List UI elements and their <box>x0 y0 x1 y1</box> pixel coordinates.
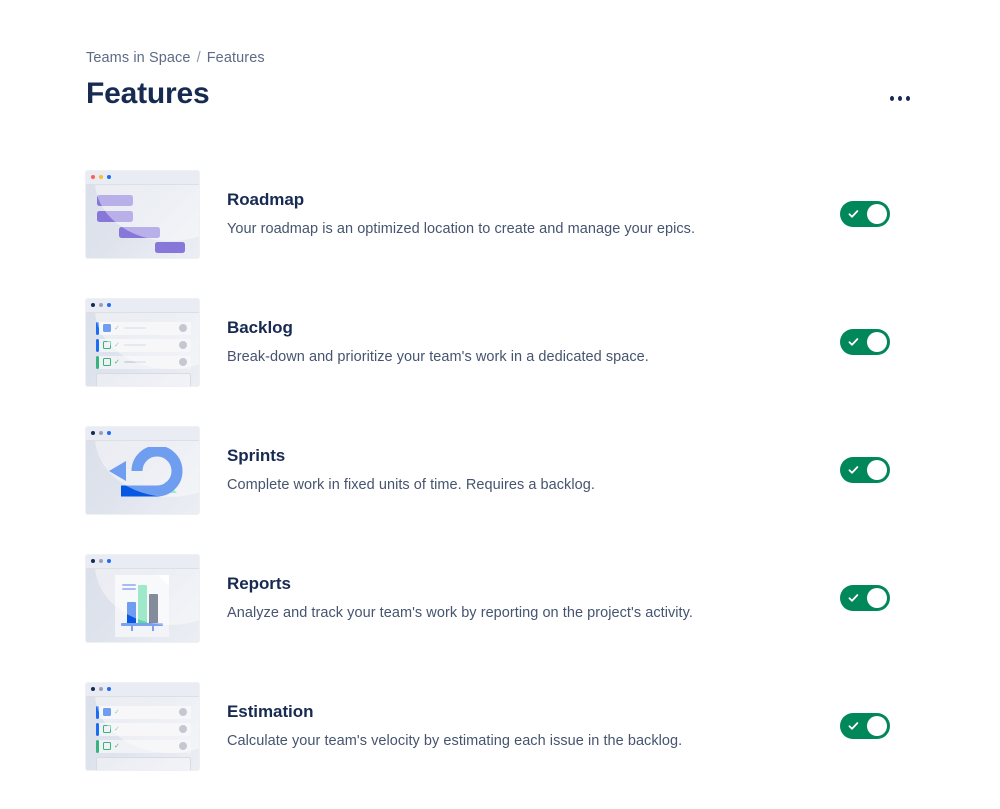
feature-toggle-reports[interactable] <box>840 585 890 611</box>
report-document-icon <box>115 575 169 637</box>
window-dot-icon <box>91 431 95 435</box>
feature-name: Sprints <box>227 445 820 467</box>
feature-description: Analyze and track your team's work by re… <box>227 603 820 623</box>
feature-text-backlog: Backlog Break-down and prioritize your t… <box>227 317 840 367</box>
page-title: Features <box>86 76 209 112</box>
feature-description: Calculate your team's velocity by estima… <box>227 731 820 751</box>
window-dot-icon <box>107 303 111 307</box>
check-icon <box>848 465 859 476</box>
toggle-knob <box>867 204 887 224</box>
feature-toggle-backlog[interactable] <box>840 329 890 355</box>
window-dot-icon <box>107 175 111 179</box>
window-dot-icon <box>99 175 103 179</box>
feature-toggle-estimation[interactable] <box>840 713 890 739</box>
backlog-thumbnail: ✓ ✓ <box>86 299 199 386</box>
feature-name: Reports <box>227 573 820 595</box>
more-actions-button[interactable] <box>884 82 916 114</box>
toggle-cell <box>840 329 940 355</box>
toggle-knob <box>867 588 887 608</box>
ellipsis-dot-icon <box>898 96 902 101</box>
breadcrumb-item-current[interactable]: Features <box>207 50 265 66</box>
toggle-knob <box>867 716 887 736</box>
check-icon <box>848 337 859 348</box>
feature-text-roadmap: Roadmap Your roadmap is an optimized loc… <box>227 189 840 239</box>
feature-name: Roadmap <box>227 189 820 211</box>
window-dot-icon <box>99 559 103 563</box>
window-dot-icon <box>91 175 95 179</box>
toggle-cell <box>840 201 940 227</box>
window-dot-icon <box>107 687 111 691</box>
feature-list: Roadmap Your roadmap is an optimized loc… <box>86 150 940 790</box>
breadcrumb-item-project[interactable]: Teams in Space <box>86 50 191 66</box>
window-dot-icon <box>91 303 95 307</box>
breadcrumb: Teams in Space / Features <box>86 48 940 68</box>
gantt-bars-icon <box>86 185 199 258</box>
toggle-cell <box>840 713 940 739</box>
feature-text-reports: Reports Analyze and track your team's wo… <box>227 573 840 623</box>
window-dot-icon <box>91 559 95 563</box>
backlog-rows-icon: ✓ ✓ <box>96 322 191 373</box>
sprint-cycle-icon <box>97 447 189 511</box>
check-icon <box>848 721 859 732</box>
sprints-thumbnail <box>86 427 199 514</box>
feature-toggle-roadmap[interactable] <box>840 201 890 227</box>
window-dot-icon <box>107 559 111 563</box>
toggle-cell <box>840 457 940 483</box>
ellipsis-dot-icon <box>906 96 910 101</box>
page-header: Features <box>86 76 940 114</box>
window-dot-icon <box>91 687 95 691</box>
feature-description: Complete work in fixed units of time. Re… <box>227 475 820 495</box>
feature-name: Backlog <box>227 317 820 339</box>
reports-thumbnail <box>86 555 199 642</box>
feature-text-sprints: Sprints Complete work in fixed units of … <box>227 445 840 495</box>
window-dot-icon <box>99 687 103 691</box>
window-dot-icon <box>99 303 103 307</box>
toggle-knob <box>867 332 887 352</box>
feature-toggle-sprints[interactable] <box>840 457 890 483</box>
breadcrumb-separator: / <box>197 50 201 66</box>
feature-description: Your roadmap is an optimized location to… <box>227 219 820 239</box>
roadmap-thumbnail <box>86 171 199 258</box>
feature-description: Break-down and prioritize your team's wo… <box>227 347 820 367</box>
feature-row-sprints: Sprints Complete work in fixed units of … <box>86 406 940 534</box>
ellipsis-dot-icon <box>890 96 894 101</box>
toggle-knob <box>867 460 887 480</box>
feature-name: Estimation <box>227 701 820 723</box>
check-icon <box>848 593 859 604</box>
feature-text-estimation: Estimation Calculate your team's velocit… <box>227 701 840 751</box>
feature-row-estimation: ✓ ✓ ✓ <box>86 662 940 790</box>
estimation-thumbnail: ✓ ✓ ✓ <box>86 683 199 770</box>
features-page: Teams in Space / Features Features <box>0 0 1000 809</box>
window-dot-icon <box>107 431 111 435</box>
estimation-rows-icon: ✓ ✓ ✓ <box>96 706 191 757</box>
feature-row-backlog: ✓ ✓ <box>86 278 940 406</box>
feature-row-roadmap: Roadmap Your roadmap is an optimized loc… <box>86 150 940 278</box>
check-icon <box>848 209 859 220</box>
toggle-cell <box>840 585 940 611</box>
window-dot-icon <box>99 431 103 435</box>
feature-row-reports: Reports Analyze and track your team's wo… <box>86 534 940 662</box>
page-content: Teams in Space / Features Features <box>86 48 940 790</box>
